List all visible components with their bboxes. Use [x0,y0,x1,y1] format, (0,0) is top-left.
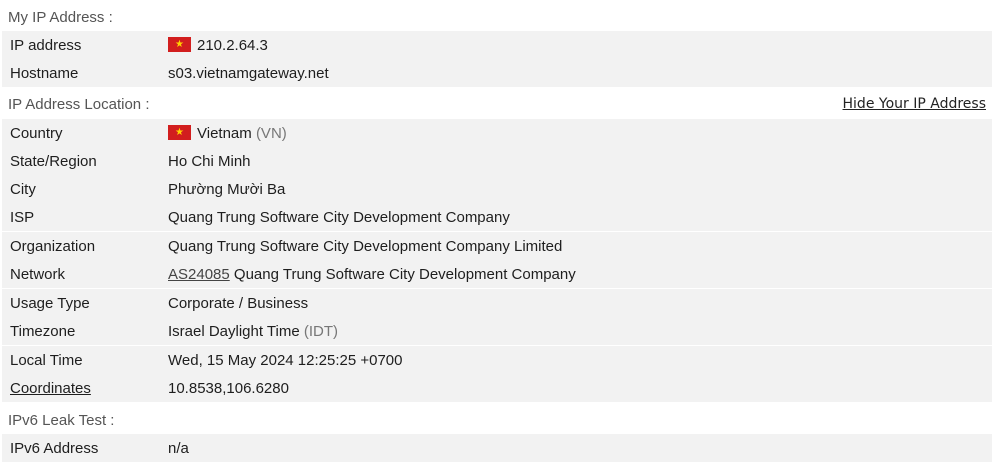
state-label: State/Region [10,153,97,170]
my-ip-section-title: My IP Address : [8,9,113,26]
coordinates-value: 10.8538,106.6280 [168,380,289,397]
location-section-header: IP Address Location : Hide Your IP Addre… [0,89,1000,119]
city-label: City [10,181,36,198]
local-time-value: Wed, 15 May 2024 12:25:25 +0700 [168,352,403,369]
vietnam-flag-icon [168,124,191,141]
coordinates-row: Coordinates 10.8538,106.6280 [2,374,992,402]
usage-type-label: Usage Type [10,295,90,312]
timezone-abbr: (IDT) [303,323,339,340]
ip-address-label: IP address [10,37,82,54]
network-value-cell: AS24085 Quang Trung Software City Develo… [168,266,576,283]
city-value: Phường Mười Ba [168,181,286,198]
country-value-cell: Vietnam (VN) [168,124,287,142]
ip-address-value: 210.2.64.3 [197,37,268,54]
timezone-value-cell: Israel Daylight Time (IDT) [168,323,338,340]
ip-address-value-cell: 210.2.64.3 [168,36,268,54]
ipv6-address-value: n/a [168,440,189,457]
state-row: State/Region Ho Chi Minh [2,147,992,175]
hide-ip-link[interactable]: Hide Your IP Address [843,96,986,112]
ipv6-section-header: IPv6 Leak Test : [0,405,1000,435]
organization-value: Quang Trung Software City Development Co… [168,238,563,255]
ipv6-address-label: IPv6 Address [10,440,99,457]
organization-row: Organization Quang Trung Software City D… [2,232,992,260]
network-value: Quang Trung Software City Development Co… [233,266,576,283]
network-row: Network AS24085 Quang Trung Software Cit… [2,260,992,288]
state-value: Ho Chi Minh [168,153,251,170]
city-row: City Phường Mười Ba [2,175,992,203]
country-row: Country Vietnam (VN) [2,119,992,147]
country-value: Vietnam [197,125,252,142]
hostname-row: Hostname s03.vietnamgateway.net [2,59,992,87]
country-label: Country [10,125,63,142]
vietnam-flag-icon [168,36,191,53]
usage-type-value: Corporate / Business [168,295,309,312]
coordinates-link[interactable]: Coordinates [10,380,91,397]
hostname-value: s03.vietnamgateway.net [168,65,329,82]
timezone-value: Israel Daylight Time [168,323,300,340]
hostname-label: Hostname [10,65,79,82]
location-section-title: IP Address Location : [8,96,150,113]
ipv6-section-title: IPv6 Leak Test : [8,412,115,429]
usage-type-row: Usage Type Corporate / Business [2,289,992,317]
network-label: Network [10,266,66,283]
isp-row: ISP Quang Trung Software City Developmen… [2,203,992,231]
organization-label: Organization [10,238,96,255]
ipv6-address-row: IPv6 Address n/a [2,434,992,462]
asn-link[interactable]: AS24085 [168,266,230,283]
timezone-label: Timezone [10,323,76,340]
timezone-row: Timezone Israel Daylight Time (IDT) [2,317,992,345]
isp-value: Quang Trung Software City Development Co… [168,209,510,226]
country-code: (VN) [255,125,287,142]
local-time-label: Local Time [10,352,83,369]
local-time-row: Local Time Wed, 15 May 2024 12:25:25 +07… [2,346,992,374]
ip-address-row: IP address 210.2.64.3 [2,31,992,59]
isp-label: ISP [10,209,35,226]
my-ip-section-header: My IP Address : [0,2,1000,32]
